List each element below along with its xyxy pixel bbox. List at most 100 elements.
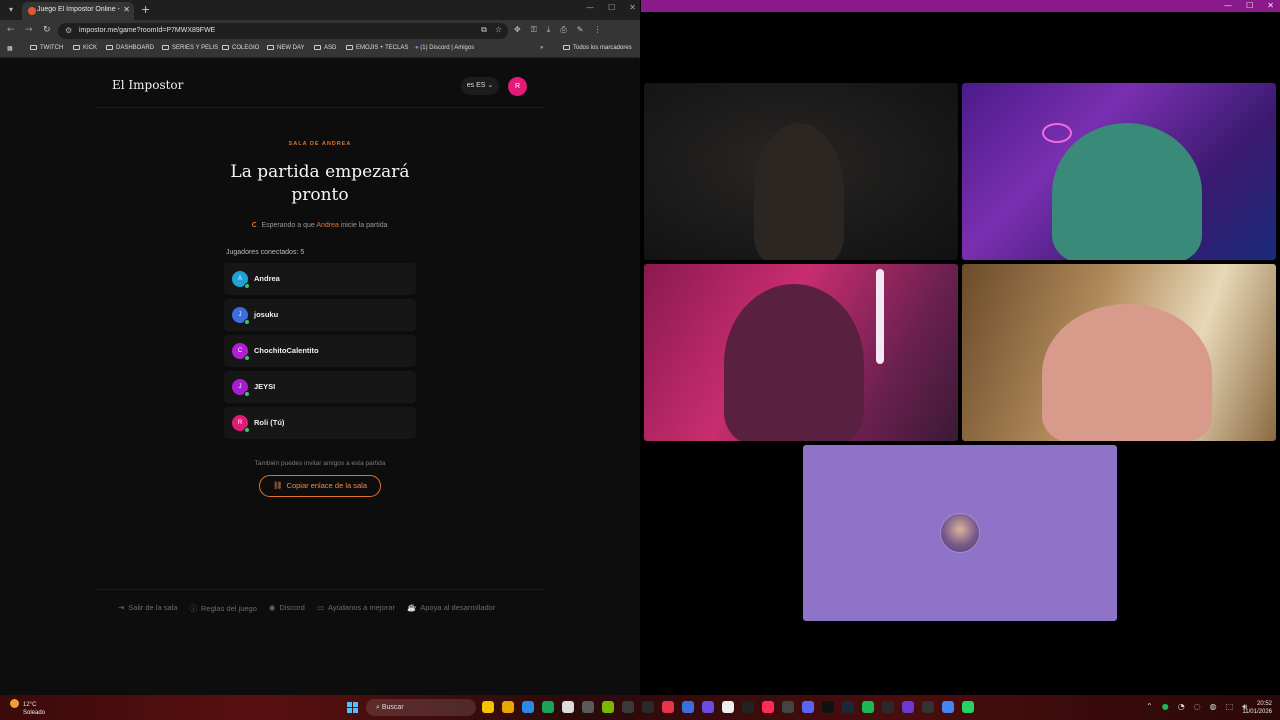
bookmark-all[interactable]: Todos los marcadores bbox=[563, 45, 632, 51]
feedback-link[interactable]: ▭ Ayúdanos a mejorar bbox=[317, 603, 395, 614]
app-icon[interactable] bbox=[702, 701, 714, 713]
bookmark-kick[interactable]: KICK bbox=[73, 45, 97, 51]
close-window-icon[interactable]: ✕ bbox=[1267, 1, 1274, 10]
rules-link[interactable]: ⓘ Reglas del juego bbox=[190, 603, 257, 614]
steam-icon[interactable] bbox=[842, 701, 854, 713]
terminal-icon[interactable] bbox=[622, 701, 634, 713]
browser-window: ▾ Juego El Impostor Online - Jueg ✕ + — … bbox=[0, 0, 640, 695]
bookmark-newday[interactable]: NEW DAY bbox=[267, 45, 305, 51]
tab-strip: ▾ Juego El Impostor Online - Jueg ✕ + — … bbox=[0, 0, 640, 20]
app-icon[interactable] bbox=[882, 701, 894, 713]
back-icon[interactable]: ← bbox=[7, 25, 15, 35]
profile-icon[interactable]: ✎ bbox=[577, 25, 584, 35]
explorer-icon[interactable] bbox=[502, 701, 514, 713]
minimize-icon[interactable]: — bbox=[586, 3, 594, 12]
tiktok-icon[interactable] bbox=[762, 701, 774, 713]
site-info-icon[interactable]: ⚙ bbox=[65, 26, 72, 35]
app-icon[interactable] bbox=[682, 701, 694, 713]
bookmarks-overflow-icon[interactable]: » bbox=[540, 45, 543, 51]
chrome-icon[interactable] bbox=[942, 701, 954, 713]
participant-avatar bbox=[940, 513, 980, 553]
menu-icon[interactable]: ⋮ bbox=[593, 25, 601, 35]
tab-search-icon[interactable]: ▾ bbox=[5, 4, 17, 16]
footer-divider bbox=[96, 589, 544, 590]
apps-grid-icon[interactable]: ▦ bbox=[7, 45, 13, 52]
install-app-icon[interactable]: ⧉ bbox=[481, 25, 487, 35]
player-name: josuku bbox=[254, 310, 279, 319]
close-tab-icon[interactable]: ✕ bbox=[123, 5, 130, 14]
app-tray-icon[interactable]: ⬚ bbox=[1226, 702, 1234, 712]
video-tile[interactable] bbox=[962, 264, 1276, 441]
spotify-icon[interactable] bbox=[862, 701, 874, 713]
bookmark-emojis[interactable]: EMOJIS + TECLAS bbox=[346, 45, 408, 51]
app-icon[interactable] bbox=[722, 701, 734, 713]
bookmark-colegio[interactable]: COLEGIO bbox=[222, 45, 259, 51]
sun-icon bbox=[10, 699, 19, 708]
capcut-icon[interactable] bbox=[742, 701, 754, 713]
maximize-icon[interactable]: ☐ bbox=[608, 3, 615, 12]
app-tray-icon[interactable]: ◌ bbox=[1194, 702, 1201, 712]
video-tile[interactable] bbox=[644, 264, 958, 441]
site-logo[interactable]: El Impostor bbox=[112, 78, 183, 92]
discord-icon[interactable] bbox=[802, 701, 814, 713]
bookmark-star-icon[interactable]: ☆ bbox=[495, 25, 502, 35]
video-tile-camera-off[interactable] bbox=[803, 445, 1117, 621]
chevron-up-icon[interactable]: ⌃ bbox=[1146, 702, 1153, 712]
bookmark-discord[interactable]: ● (1) Discord | Amigos bbox=[415, 45, 474, 51]
start-button[interactable] bbox=[347, 702, 358, 713]
bookmark-asd[interactable]: ASD bbox=[314, 45, 336, 51]
app-icon[interactable] bbox=[582, 701, 594, 713]
app-icon[interactable] bbox=[902, 701, 914, 713]
footer-label: Reglas del juego bbox=[201, 604, 257, 613]
printer-icon[interactable]: ⎙ bbox=[560, 25, 566, 35]
new-tab-icon[interactable]: + bbox=[141, 3, 150, 16]
network-icon[interactable]: ◔ bbox=[1178, 702, 1185, 712]
user-avatar[interactable]: R bbox=[508, 77, 527, 96]
url-text[interactable]: impostor.me/game?roomId=P7MWX89FWE bbox=[79, 27, 215, 34]
files-app-icon[interactable] bbox=[482, 701, 494, 713]
video-tile[interactable] bbox=[644, 83, 958, 260]
weather-widget[interactable]: 12°C Soleado bbox=[10, 699, 45, 717]
app-icon[interactable] bbox=[922, 701, 934, 713]
bookmark-dashboard[interactable]: DASHBOARD bbox=[106, 45, 154, 51]
lamp-light bbox=[876, 269, 884, 364]
app-tray-icon[interactable]: ◍ bbox=[1210, 702, 1217, 712]
app-icon[interactable] bbox=[782, 701, 794, 713]
spotify-tray-icon[interactable]: ● bbox=[1162, 702, 1169, 712]
app-icon[interactable] bbox=[822, 701, 834, 713]
taskbar-search[interactable]: ⌕ Buscar bbox=[366, 699, 476, 716]
close-window-icon[interactable]: ✕ bbox=[629, 3, 636, 12]
copy-room-link-button[interactable]: ⛓ Copiar enlace de la sala bbox=[259, 475, 381, 497]
folder-icon bbox=[222, 45, 229, 50]
forward-icon[interactable]: → bbox=[25, 25, 33, 35]
player-row: A Andrea bbox=[224, 263, 416, 295]
password-icon[interactable]: ⚿ bbox=[531, 25, 537, 35]
waiting-text-post: inicie la partida bbox=[340, 222, 388, 229]
app-icon[interactable] bbox=[562, 701, 574, 713]
active-tab[interactable]: Juego El Impostor Online - Jueg ✕ bbox=[22, 2, 134, 20]
maximize-icon[interactable]: ☐ bbox=[1246, 1, 1253, 10]
address-bar[interactable]: ⚙ impostor.me/game?roomId=P7MWX89FWE ⧉ ☆ bbox=[58, 23, 508, 39]
app-icon[interactable] bbox=[642, 701, 654, 713]
video-tile[interactable] bbox=[962, 83, 1276, 260]
whatsapp-icon[interactable] bbox=[962, 701, 974, 713]
player-name: ChochitoCalentito bbox=[254, 346, 319, 355]
bookmark-twitch[interactable]: TWITCH bbox=[30, 45, 63, 51]
language-selector[interactable]: es ES ⌄ bbox=[461, 77, 499, 95]
app-icon[interactable] bbox=[522, 701, 534, 713]
leave-room-link[interactable]: ⇥ Salir de la sala bbox=[118, 603, 178, 614]
opera-icon[interactable] bbox=[662, 701, 674, 713]
bookmark-label: ASD bbox=[324, 45, 337, 51]
download-icon[interactable]: ⤓ bbox=[547, 25, 551, 35]
bookmark-series[interactable]: SERIES Y PELIS bbox=[162, 45, 218, 51]
reload-icon[interactable]: ↻ bbox=[43, 25, 51, 35]
nvidia-icon[interactable] bbox=[602, 701, 614, 713]
minimize-icon[interactable]: — bbox=[1224, 1, 1232, 10]
online-status-icon bbox=[244, 319, 250, 325]
online-status-icon bbox=[244, 283, 250, 289]
app-icon[interactable] bbox=[542, 701, 554, 713]
discord-link[interactable]: ◉ Discord bbox=[269, 603, 305, 614]
clock[interactable]: 20:52 11/01/2026 bbox=[1238, 700, 1272, 716]
extensions-icon[interactable]: ✥ bbox=[514, 25, 521, 35]
support-dev-link[interactable]: ☕ Apoya al desarrollador bbox=[407, 603, 495, 614]
